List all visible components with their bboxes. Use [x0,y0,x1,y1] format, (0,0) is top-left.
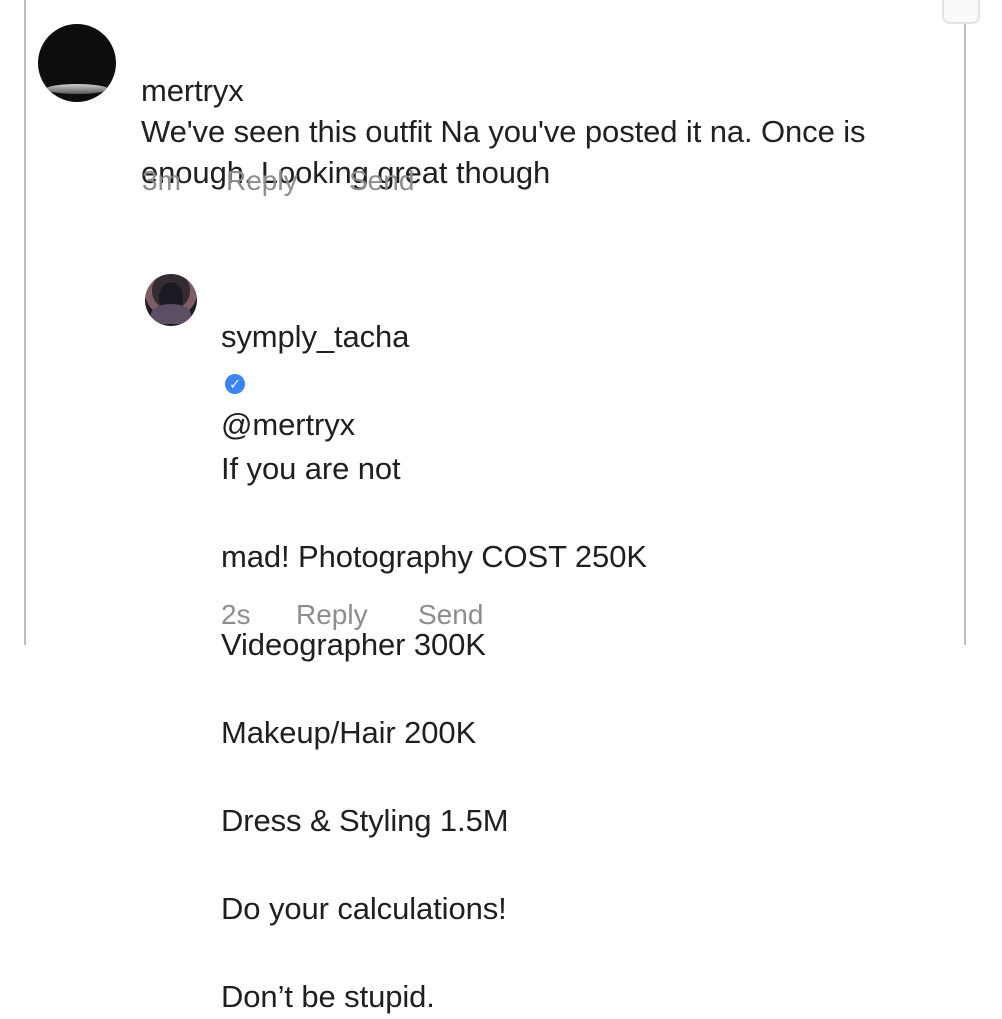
comment-username[interactable]: mertryx [141,73,244,108]
reply-timestamp: 2s [221,599,251,630]
reply-reply-button[interactable]: Reply [296,600,368,630]
reply-line-7: Don’t be stupid. [221,979,435,1014]
reply-avatar[interactable] [145,274,197,326]
reply-mention[interactable]: @mertryx [221,407,355,442]
reply-line-5: Dress & Styling 1.5M [221,803,509,838]
reply-text-block: symply_tacha ✓ @mertryx If you are not m… [221,271,941,1019]
reply-line-2: mad! Photography COST 250K [221,539,647,574]
comment-reply-button[interactable]: Reply [226,166,298,196]
reply-line-3: Videographer 300K [221,627,486,662]
reply-username[interactable]: symply_tacha [221,319,409,354]
verified-icon: ✓ [225,374,245,394]
reply-line-4: Makeup/Hair 200K [221,715,477,750]
reply-line-1: If you are not [221,451,401,486]
reply-line-6: Do your calculations! [221,891,507,926]
commenter-avatar[interactable] [38,24,116,102]
comment-timestamp: 3m [142,165,181,196]
comment-send-button[interactable]: Send [349,166,414,196]
reply-send-button[interactable]: Send [418,600,483,630]
avatar-highlight [46,84,108,94]
share-icon [942,0,980,24]
